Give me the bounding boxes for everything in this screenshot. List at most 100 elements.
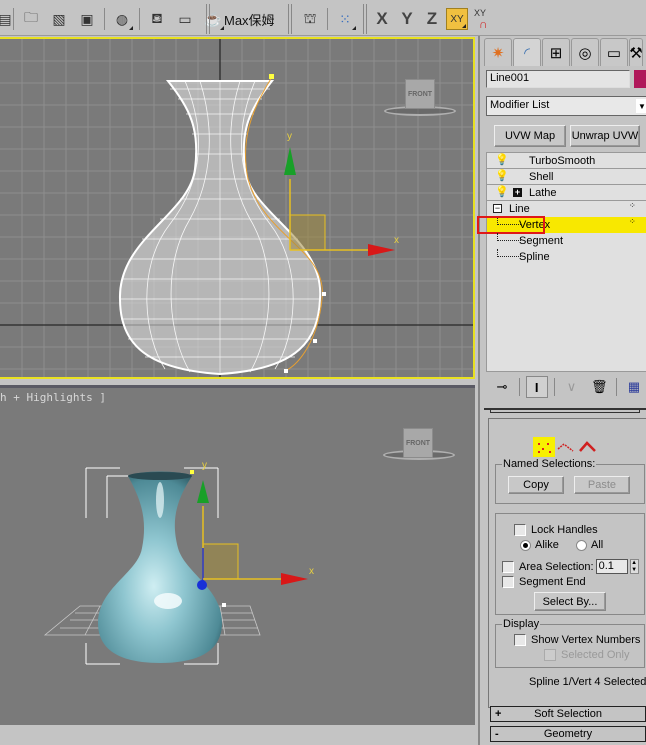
unwrap-uvw-button[interactable]: Unwrap UVW (570, 125, 640, 147)
pin-stack-icon[interactable]: ⊸ (491, 376, 513, 398)
stack-item-vertex[interactable]: Vertex ⁘ (477, 216, 646, 234)
annotation-highlight-box (477, 216, 545, 234)
utilities-icon[interactable]: ⚒ (629, 38, 643, 66)
gizmo-z-handle[interactable] (197, 580, 207, 590)
collapse-sign: - (495, 728, 499, 740)
area-selection-input[interactable]: 0.1 (595, 559, 628, 574)
vertex-handle[interactable] (322, 292, 326, 296)
alike-radio[interactable]: Alike (520, 539, 559, 551)
axis-xy-button[interactable]: XY (446, 8, 468, 30)
selected-only-checkbox[interactable]: Selected Only (544, 649, 629, 661)
axis-z-button[interactable]: Z (421, 9, 443, 29)
stack-item-shell[interactable]: 💡 Shell (487, 169, 646, 185)
copy-button[interactable]: Copy (508, 476, 564, 494)
checkbox[interactable] (502, 576, 514, 588)
open-file-icon[interactable]: 🗀 (19, 7, 43, 31)
front-viewport[interactable]: y x FRONT (0, 37, 475, 379)
rendered-frame-window-icon[interactable]: ▭ (173, 7, 197, 31)
gizmo-x-label: x (394, 235, 399, 246)
gizmo-x-label: x (309, 566, 314, 577)
stack-item-line[interactable]: − Line ⁘ (487, 201, 646, 217)
modifier-list-label: Modifier List (490, 99, 550, 111)
front-viewport-canvas: y x (0, 39, 473, 377)
collapse-icon[interactable]: − (493, 204, 502, 213)
show-vertex-numbers-checkbox[interactable]: Show Vertex Numbers (514, 634, 640, 646)
vertex-level-icon[interactable] (533, 437, 555, 457)
gizmo-x-arrow[interactable] (281, 573, 308, 585)
make-unique-icon[interactable]: ∨ (561, 376, 583, 398)
modify-icon[interactable]: ◜ (513, 38, 541, 66)
render-setup-icon[interactable]: ⛾ (145, 7, 169, 31)
spinner-arrows[interactable]: ▲ ▼ (629, 559, 639, 574)
display-icon[interactable]: ▭ (600, 38, 628, 66)
lightbulb-icon[interactable]: 💡 (495, 186, 509, 199)
gizmo-x-arrow[interactable] (368, 244, 395, 256)
all-radio[interactable]: All (576, 539, 603, 551)
uvw-map-button[interactable]: UVW Map (494, 125, 566, 147)
gizmo-xy-plane[interactable] (289, 214, 326, 251)
select-by-button[interactable]: Select By... (534, 592, 606, 611)
configure-modifier-sets-icon[interactable]: ▦ (623, 376, 645, 398)
toolbar-separator (518, 378, 520, 396)
segment-level-icon[interactable] (555, 437, 577, 457)
stack-item-turbosmooth[interactable]: 💡 TurboSmooth (487, 153, 646, 169)
axis-constraint-snap-button[interactable]: XY ∩ (472, 7, 494, 31)
radio-button[interactable] (576, 539, 587, 551)
selected-only-label: Selected Only (561, 649, 630, 661)
gizmo-xy-plane[interactable] (202, 543, 239, 580)
object-name-field[interactable]: Line001 (486, 70, 630, 88)
modifier-list-dropdown[interactable]: Modifier List ▼ (486, 96, 646, 116)
show-end-result-icon[interactable]: I (525, 376, 548, 398)
motion-icon[interactable]: ◎ (571, 38, 599, 66)
spline-level-icon[interactable] (577, 437, 599, 457)
selected-vertex[interactable] (269, 74, 274, 79)
chevron-down-icon[interactable]: ▼ (636, 99, 646, 113)
toolbar-separator (616, 378, 618, 396)
viewcube[interactable]: FRONT (405, 79, 435, 109)
viewcube[interactable]: FRONT (403, 428, 433, 458)
vertex-handle[interactable] (222, 603, 226, 607)
modifier-stack: 💡 TurboSmooth 💡 Shell 💡 + Lathe − Line ⁘… (477, 152, 646, 372)
curve-editor-icon[interactable]: ▧ (47, 7, 71, 31)
snaps-icon[interactable]: ⁙ (333, 7, 357, 31)
vertex-handle[interactable] (284, 369, 288, 373)
stack-item-spline[interactable]: Spline (487, 249, 646, 265)
checkbox[interactable] (514, 524, 526, 536)
vertex-handle[interactable] (313, 339, 317, 343)
schematic-view-icon[interactable]: ▣ (75, 7, 99, 31)
expand-icon[interactable]: + (513, 188, 522, 197)
lightbulb-icon[interactable]: 💡 (495, 170, 509, 183)
selected-vertex[interactable] (190, 470, 194, 474)
stack-item-label: Spline (519, 251, 550, 263)
perspective-viewport[interactable]: h + Highlights ] y x FRONT (0, 385, 475, 725)
remove-modifier-icon[interactable]: 🗑 (588, 376, 610, 398)
lock-handles-checkbox[interactable]: Lock Handles (514, 524, 598, 536)
stack-item-lathe[interactable]: 💡 + Lathe (487, 185, 646, 201)
area-selection-checkbox[interactable]: Area Selection: 0.1 ▲ ▼ (502, 559, 639, 574)
checkbox[interactable] (502, 560, 514, 573)
material-editor-icon[interactable]: ◍ (110, 7, 134, 31)
segment-end-checkbox[interactable]: Segment End (502, 576, 586, 588)
geometry-rollout-header[interactable]: - Geometry (490, 726, 646, 742)
gizmo-y-arrow[interactable] (197, 480, 209, 503)
axis-y-button[interactable]: Y (396, 9, 418, 29)
render-frame-icon[interactable]: ▤ (0, 7, 12, 31)
paste-button[interactable]: Paste (574, 476, 630, 494)
soft-selection-rollout-header[interactable]: + Soft Selection (490, 706, 646, 722)
rollout-title: Soft Selection (534, 708, 602, 720)
axis-x-button[interactable]: X (371, 9, 393, 29)
checkbox[interactable] (544, 649, 556, 661)
object-color-swatch[interactable] (634, 70, 646, 88)
hierarchy-icon[interactable]: ⊞ (542, 38, 570, 66)
particle-flow-icon[interactable]: ⛫ (298, 7, 322, 31)
stack-item-segment[interactable]: Segment (487, 233, 646, 249)
radio-button[interactable] (520, 539, 531, 551)
checkbox[interactable] (514, 634, 526, 646)
move-gizmo[interactable]: y x (197, 460, 314, 590)
create-icon[interactable]: ✷ (484, 38, 512, 66)
lightbulb-icon[interactable]: 💡 (495, 154, 509, 167)
toolbar-left-group: ▤ 🗀 ▧ ▣ ◍ ⛾ ▭ ☕ (0, 4, 227, 34)
named-selections-group: Named Selections: Copy Paste (495, 458, 645, 504)
lock-handles-label: Lock Handles (531, 524, 598, 536)
plugin-button[interactable]: Max保姆 (214, 10, 285, 29)
